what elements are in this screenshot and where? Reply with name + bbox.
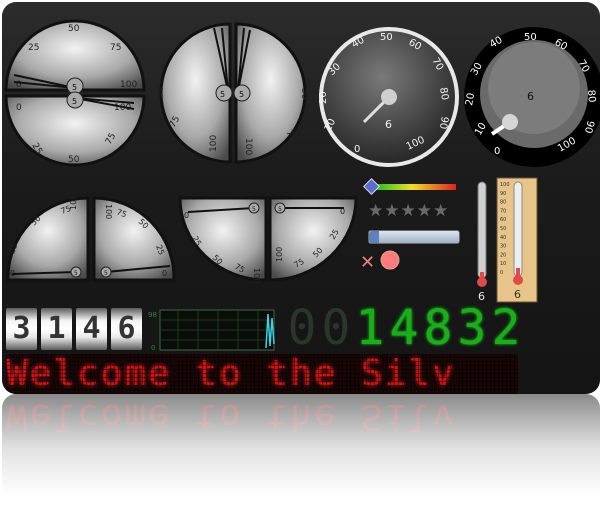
tick-label: 20 [464, 92, 477, 106]
tick-label: 50 [380, 32, 393, 43]
slider-track [376, 184, 456, 190]
odometer-digit: 1 [41, 308, 72, 350]
tick-label: 80 [437, 87, 450, 101]
gauge-value: 5 [104, 270, 108, 277]
color-slider[interactable] [362, 178, 462, 198]
scale-label: 60 [500, 217, 506, 223]
round-dial-black: 0 10 20 30 40 50 60 70 80 90 100 6 [464, 27, 600, 167]
framed-thermometer: 1009080706050403020100 6 [496, 177, 538, 303]
scale-label: 80 [500, 200, 506, 206]
tick-label: 100 [69, 196, 78, 210]
tick-label: 20 [318, 91, 329, 104]
tick-label: 0 [16, 103, 22, 113]
scale-label: 70 [500, 208, 506, 214]
dual-horizontal-gauge: 0 25 50 75 100 5 0 25 50 75 100 5 [4, 19, 146, 167]
dial-value: 6 [385, 118, 392, 131]
tick-label: 100 [209, 135, 219, 152]
thermometer: 6 [477, 181, 487, 303]
segment-digit: 0 [287, 300, 317, 356]
tick-label: 0 [162, 269, 167, 278]
dual-quarter-gauge: 0 25 50 75 100 0 25 50 75 100 5 5 [6, 196, 176, 282]
dial-hub [381, 89, 397, 105]
segment-display: 0014832 [286, 304, 522, 352]
segment-digit: 2 [491, 300, 521, 356]
toggle-knob[interactable] [380, 250, 400, 270]
odometer-digit: 4 [76, 308, 107, 350]
star-icon[interactable]: ★ [384, 201, 400, 221]
odometer-digit: 6 [111, 308, 142, 350]
gauge-value: 5 [278, 206, 282, 213]
scale-label: 10 [500, 261, 506, 267]
star-icon[interactable]: ★ [401, 201, 417, 221]
segment-digit: 8 [423, 300, 453, 356]
star-icon[interactable]: ★ [368, 201, 384, 221]
dual-inverted-gauge: 0 25 50 75 100 0 25 50 75 100 5 5 [178, 196, 358, 283]
progress-bar [368, 230, 460, 244]
tick-label: 75 [110, 43, 121, 53]
star-icon[interactable]: ★ [417, 201, 433, 221]
tick-label: 50 [68, 24, 80, 34]
tick-label: 100 [120, 80, 137, 90]
thermometer-bulb [513, 275, 523, 285]
tick-label: 100 [104, 204, 113, 219]
close-icon[interactable]: ✕ [360, 252, 375, 272]
tick-label: 100 [243, 138, 253, 155]
segment-digit: 0 [321, 300, 351, 356]
tick-label: 50 [155, 86, 165, 98]
tick-label: 25 [28, 43, 39, 53]
tick-label: 50 [524, 32, 537, 43]
slider-thumb[interactable] [363, 178, 380, 195]
tick-label: 100 [252, 268, 261, 283]
odometer: 3 1 4 6 [6, 308, 142, 350]
thermometer-tube [513, 181, 523, 277]
dual-vertical-gauge: 50 75 100 50 75 100 5 5 [155, 22, 309, 164]
gauge-dashboard-panel: 0 25 50 75 100 5 0 25 50 75 100 5 50 75 … [2, 2, 600, 394]
star-icon[interactable]: ★ [433, 201, 449, 221]
gauge-value: 5 [74, 270, 78, 277]
scale-label: 40 [500, 235, 506, 241]
led-marquee: Welcome to the Silv [6, 354, 518, 394]
tick-label: 50 [299, 88, 309, 100]
reflection-fade [2, 394, 600, 530]
tick-label: 80 [585, 89, 597, 103]
dial-hub [502, 114, 518, 130]
thermometer-tube [477, 181, 487, 279]
gauge-value: 5 [72, 97, 77, 106]
dial-gloss [488, 42, 580, 134]
gauge-value: 5 [220, 90, 225, 99]
scale-label: 100 [500, 182, 510, 188]
scale-label: 50 [500, 226, 506, 232]
dial-value: 6 [527, 90, 534, 103]
odometer-digit: 3 [6, 308, 37, 350]
gauge-value: 5 [239, 90, 244, 99]
gauge-value: 5 [72, 83, 77, 92]
tick-label: 90 [437, 115, 450, 129]
star-rating[interactable]: ★★★★★ [368, 202, 460, 220]
segment-digit: 1 [355, 300, 385, 356]
tick-label: 0 [494, 146, 500, 157]
tick-label: 100 [275, 247, 284, 262]
toggle-switch[interactable]: ✕ [358, 248, 406, 272]
chart-y-min: 0 [151, 344, 155, 352]
segment-digit: 3 [457, 300, 487, 356]
tick-label: 50 [68, 155, 80, 165]
thermometer-bulb [477, 277, 487, 287]
scale-label: 0 [500, 270, 503, 276]
panel-reflection: Welcome to the Silv [2, 394, 600, 530]
scale-label: 30 [500, 244, 506, 250]
gauge-value: 5 [252, 206, 256, 213]
star-icons[interactable]: ★★★★★ [368, 201, 449, 221]
tick-label: 0 [354, 144, 360, 155]
scale-label: 90 [500, 191, 506, 197]
segment-digit: 4 [389, 300, 419, 356]
oscilloscope-chart: 98 0 [148, 309, 275, 352]
chart-y-max: 98 [148, 311, 157, 319]
round-dial-gray: 0 10 20 30 40 50 60 70 80 90 100 6 [318, 27, 459, 167]
progress-fill [369, 231, 379, 243]
thermometer-mercury [516, 268, 520, 276]
scale-label: 20 [500, 252, 506, 258]
